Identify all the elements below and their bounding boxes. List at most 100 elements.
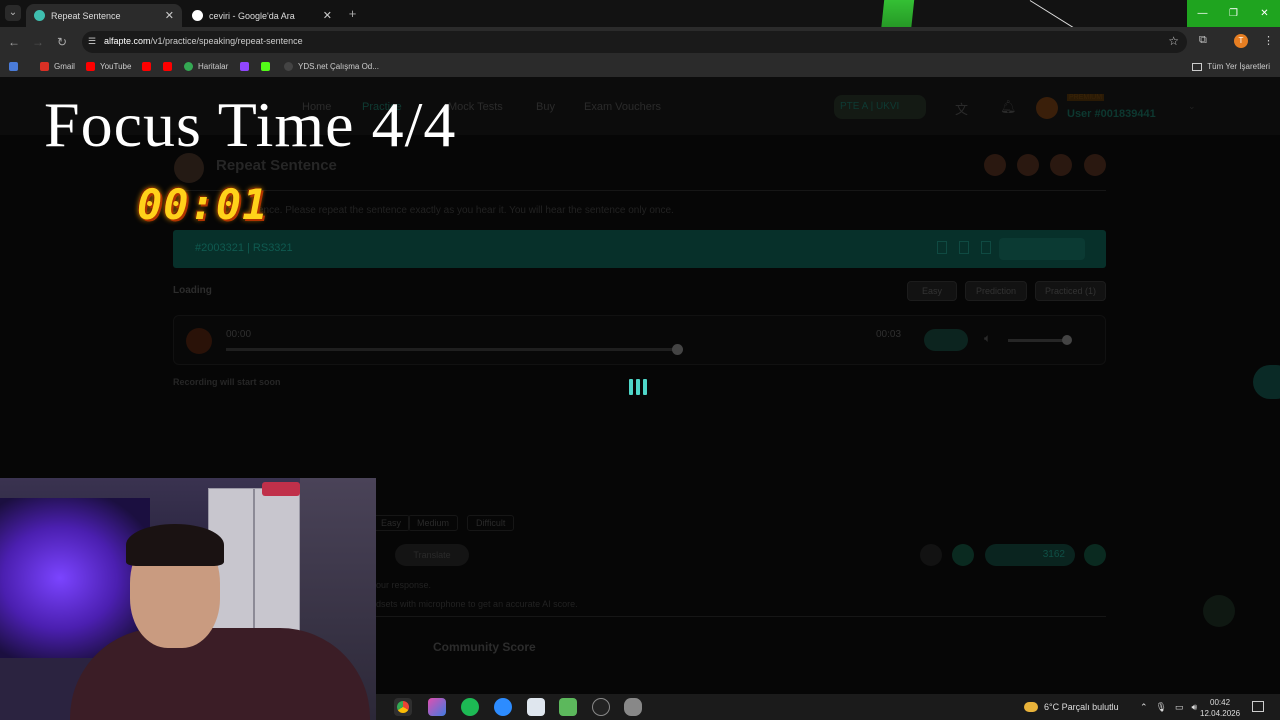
back-icon[interactable]: ← <box>7 35 21 49</box>
play-button[interactable] <box>186 328 212 354</box>
notification-bell-icon[interactable]: 🔔︎ <box>1000 99 1017 115</box>
bookmarks-bar: Gmail YouTube Haritalar YDS.net Çalışma … <box>0 57 1280 77</box>
address-url: alfapte.com/v1/practice/speaking/repeat-… <box>104 36 303 46</box>
question-nav-button[interactable] <box>952 544 974 566</box>
minimize-icon[interactable]: — <box>1187 0 1218 27</box>
tips-icon[interactable] <box>1017 154 1039 176</box>
recording-status: Recording will start soon <box>173 377 281 387</box>
tab-repeat-sentence[interactable]: Repeat Sentence ✕ <box>26 4 182 27</box>
close-tab-icon[interactable]: ✕ <box>165 9 174 22</box>
bookmark-gmail[interactable]: Gmail <box>40 62 75 71</box>
close-tab-icon[interactable]: ✕ <box>323 9 332 22</box>
copilot-taskbar-icon[interactable] <box>428 698 446 716</box>
weather-widget[interactable]: 6°C Parçalı bulutlu <box>1024 694 1119 720</box>
close-window-icon[interactable]: ✕ <box>1249 0 1280 27</box>
question-counter[interactable]: 3162 <box>985 544 1075 566</box>
chip-easy[interactable]: Easy <box>907 281 957 301</box>
difficulty-difficult[interactable]: Difficult <box>467 515 515 531</box>
next-question-button[interactable] <box>1084 544 1106 566</box>
site-info-icon[interactable]: ☰ <box>88 36 100 48</box>
bookmark-yds[interactable]: YDS.net Çalışma Od... <box>284 62 379 71</box>
video-icon[interactable] <box>1050 154 1072 176</box>
folder-icon <box>1192 62 1203 71</box>
youtube-icon <box>142 62 151 71</box>
progress-knob[interactable] <box>672 344 683 355</box>
notifications-icon[interactable] <box>1252 701 1264 712</box>
nav-buy[interactable]: Buy <box>536 101 555 113</box>
taskbar-clock[interactable]: 00:42 12.04.2026 <box>1200 697 1240 719</box>
bookmark-maps[interactable]: Haritalar <box>184 62 228 71</box>
volume-knob[interactable] <box>1062 335 1072 345</box>
loading-spinner-icon <box>629 379 651 395</box>
bookmark-youtube-3[interactable] <box>163 62 177 71</box>
browser-toolbar: ← → ↻ ☰ alfapte.com/v1/practice/speaking… <box>0 27 1280 57</box>
weather-icon <box>1024 702 1038 712</box>
divider <box>376 616 1106 617</box>
reload-icon[interactable]: ↻ <box>55 35 69 49</box>
shield-taskbar-icon[interactable] <box>624 698 642 716</box>
exam-selector[interactable]: PTE A | UKVI <box>834 95 926 119</box>
tray-chevron-icon[interactable]: ⌃ <box>1140 702 1148 713</box>
user-label[interactable]: User #001839441 <box>1067 108 1156 120</box>
browser-menu-icon[interactable]: ⋮ <box>1263 34 1274 47</box>
elapsed-time: 00:00 <box>226 329 252 340</box>
note-icon[interactable] <box>981 241 991 254</box>
bookmark-kick[interactable] <box>261 62 275 71</box>
help-icon[interactable] <box>1084 154 1106 176</box>
difficulty-medium[interactable]: Medium <box>408 515 459 531</box>
spotify-taskbar-icon[interactable] <box>461 698 479 716</box>
bookmark-youtube-2[interactable] <box>142 62 156 71</box>
speaker-icon[interactable]: 🔊︎ <box>1192 702 1198 713</box>
prev-question-button[interactable] <box>920 544 942 566</box>
side-panel-toggle[interactable] <box>1253 365 1280 399</box>
audio-player: 00:00 00:03 🔈︎ <box>173 315 1106 365</box>
chip-practiced[interactable]: Practiced (1) <box>1035 281 1106 301</box>
bookmark-youtube[interactable]: YouTube <box>86 62 131 71</box>
new-tab-icon[interactable]: + <box>345 6 360 21</box>
restore-icon[interactable]: ❐ <box>1218 0 1249 27</box>
loading-label: Loading <box>173 285 212 296</box>
question-action-button[interactable] <box>999 238 1085 260</box>
bookmark-question-icon[interactable] <box>937 241 947 254</box>
volume-slider[interactable] <box>1008 339 1070 342</box>
progress-track[interactable] <box>226 348 678 351</box>
bookmark-star-icon[interactable]: ☆ <box>1168 34 1179 48</box>
bookmark-twitch[interactable] <box>240 62 254 71</box>
youtube-icon <box>163 62 172 71</box>
all-bookmarks[interactable]: Tüm Yer İşaretleri <box>1192 62 1270 71</box>
volume-icon[interactable]: 🔈︎ <box>984 331 991 346</box>
info-icon[interactable] <box>984 154 1006 176</box>
question-id: #2003321 | RS3321 <box>195 242 293 254</box>
translate-icon[interactable]: 文 <box>955 99 968 118</box>
copy-icon[interactable] <box>959 241 969 254</box>
user-avatar[interactable] <box>1036 97 1058 119</box>
focus-timer: 00:01 <box>137 180 269 229</box>
forward-icon[interactable]: → <box>31 35 45 49</box>
chat-button[interactable] <box>1203 595 1235 627</box>
chrome-taskbar-icon[interactable] <box>394 698 412 716</box>
user-menu-chevron-icon[interactable]: ⌄ <box>1188 101 1196 112</box>
alfapte-favicon-icon <box>34 10 45 21</box>
app-taskbar-icon[interactable] <box>559 698 577 716</box>
apps-grid-icon[interactable] <box>9 62 23 71</box>
playback-speed-select[interactable] <box>924 329 968 351</box>
tab-google-search[interactable]: ceviri - Google'da Ara ✕ <box>184 4 340 27</box>
microphone-icon[interactable]: 🎙︎ <box>1156 702 1167 713</box>
address-bar[interactable]: ☰ alfapte.com/v1/practice/speaking/repea… <box>82 31 1187 53</box>
recorder-taskbar-icon[interactable] <box>592 698 610 716</box>
hint-text-2: dsets with microphone to get an accurate… <box>376 599 578 609</box>
system-tray: ⌃ 🎙︎ ▭ 🔊︎ <box>1140 694 1197 720</box>
translate-button[interactable]: Translate <box>395 544 469 566</box>
profile-avatar[interactable]: T <box>1234 34 1248 48</box>
difficulty-easy[interactable]: Easy <box>372 515 411 531</box>
network-icon[interactable]: ▭ <box>1175 702 1184 713</box>
chip-prediction[interactable]: Prediction <box>965 281 1027 301</box>
tab-search-icon[interactable]: ⌄ <box>5 5 21 21</box>
window-controls: — ❐ ✕ <box>1187 0 1280 27</box>
nav-exam-vouchers[interactable]: Exam Vouchers <box>584 101 661 113</box>
youtube-icon <box>86 62 95 71</box>
notepad-taskbar-icon[interactable] <box>527 698 545 716</box>
globe-icon <box>284 62 293 71</box>
extensions-icon[interactable]: ⧉ <box>1199 34 1207 47</box>
zoom-taskbar-icon[interactable] <box>494 698 512 716</box>
